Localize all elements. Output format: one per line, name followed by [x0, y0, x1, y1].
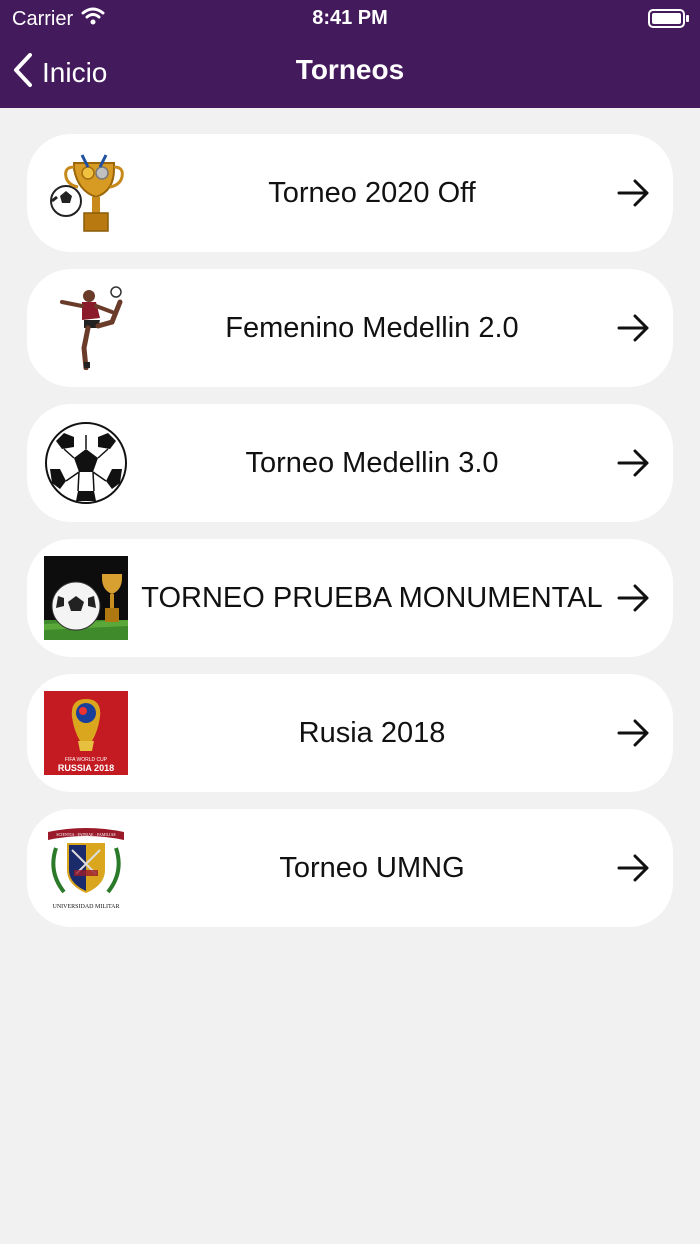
- tournament-list: Torneo 2020 Off Femenino Medellin 2.0 To…: [27, 134, 673, 944]
- page-title: Torneos: [295, 54, 405, 85]
- tournament-card[interactable]: Torneo Medellin 3.0: [27, 404, 673, 522]
- soccer-ball-icon: [44, 421, 128, 505]
- svg-text:RUSSIA 2018: RUSSIA 2018: [58, 763, 114, 773]
- tournament-name: Femenino Medellin 2.0: [225, 311, 519, 344]
- tournament-card[interactable]: Femenino Medellin 2.0: [27, 269, 673, 387]
- arrow-right-icon: [617, 583, 651, 613]
- arrow-right-icon: [617, 313, 651, 343]
- tournament-name: Torneo Medellin 3.0: [245, 446, 499, 479]
- tournament-card[interactable]: SCIENTIA · PATRIAE · FAMILIAE UNIVERSIDA…: [27, 809, 673, 927]
- arrow-right-icon: [617, 853, 651, 883]
- world-cup-logo-icon: FIFA WORLD CUP RUSSIA 2018: [44, 691, 128, 775]
- status-bar: Carrier 8:41 PM: [0, 0, 700, 36]
- app-header: Carrier 8:41 PM Inicio Torneos: [0, 0, 700, 108]
- battery-icon: [648, 9, 690, 34]
- arrow-right-icon: [617, 718, 651, 748]
- tournament-name: Rusia 2018: [298, 716, 446, 749]
- navigation-bar: Inicio Torneos: [0, 36, 700, 108]
- clock: 8:41 PM: [312, 7, 388, 29]
- tournament-card[interactable]: Torneo 2020 Off: [27, 134, 673, 252]
- ball-cup-photo-icon: [44, 556, 128, 640]
- tournament-card[interactable]: FIFA WORLD CUP RUSSIA 2018 Rusia 2018: [27, 674, 673, 792]
- arrow-right-icon: [617, 448, 651, 478]
- svg-text:SCIENTIA · PATRIAE · FAMILIAE: SCIENTIA · PATRIAE · FAMILIAE: [56, 832, 116, 837]
- tournament-name: Torneo UMNG: [279, 851, 465, 884]
- tournament-name: Torneo 2020 Off: [268, 176, 476, 209]
- svg-text:UNIVERSIDAD MILITAR: UNIVERSIDAD MILITAR: [52, 904, 119, 910]
- tournament-card[interactable]: TORNEO PRUEBA MONUMENTAL: [27, 539, 673, 657]
- tournament-name: TORNEO PRUEBA MONUMENTAL: [141, 581, 603, 614]
- university-crest-icon: SCIENTIA · PATRIAE · FAMILIAE UNIVERSIDA…: [44, 826, 128, 910]
- female-player-icon: [44, 286, 128, 371]
- arrow-right-icon: [617, 178, 651, 208]
- trophy-ball-icon: [44, 151, 128, 235]
